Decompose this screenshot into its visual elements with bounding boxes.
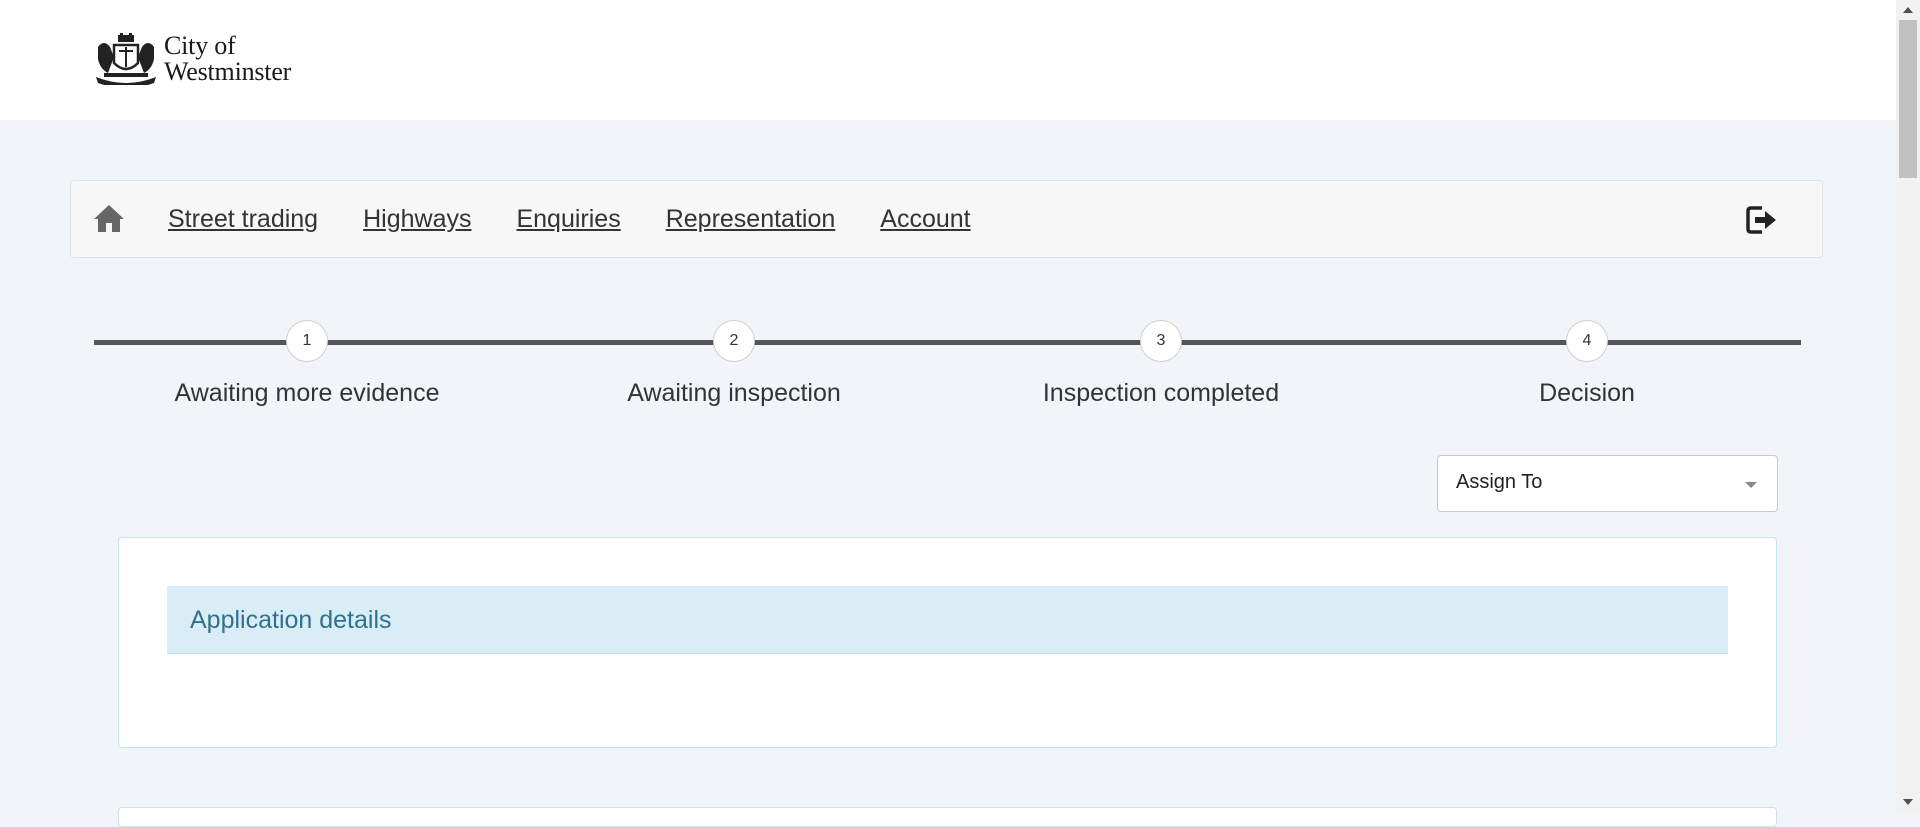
logo-line-1: City of <box>164 31 236 60</box>
site-header: City of Westminster <box>0 0 1896 120</box>
step-label: Decision <box>1539 379 1635 407</box>
step-label: Awaiting more evidence <box>174 379 440 407</box>
nav-link-representation[interactable]: Representation <box>666 205 836 234</box>
step-1: 1 Awaiting more evidence <box>157 318 457 408</box>
scrollbar-thumb[interactable] <box>1899 20 1917 178</box>
nav-link-account[interactable]: Account <box>880 205 970 234</box>
logo-line-2: Westminster <box>164 57 292 86</box>
scroll-up-arrow-icon[interactable] <box>1903 7 1913 13</box>
logo-text: City of Westminster <box>164 33 291 85</box>
logout-icon[interactable] <box>1746 205 1778 235</box>
step-label: Inspection completed <box>1042 379 1280 407</box>
nav-link-street-trading[interactable]: Street trading <box>168 205 318 234</box>
step-3: 3 Inspection completed <box>1011 318 1311 408</box>
nav-link-highways[interactable]: Highways <box>363 205 471 234</box>
scroll-down-arrow-icon[interactable] <box>1903 799 1913 805</box>
step-2: 2 Awaiting inspection <box>584 318 884 408</box>
step-4: 4 Decision <box>1437 318 1737 408</box>
chevron-down-icon <box>1745 482 1757 488</box>
assign-to-select[interactable]: Assign To <box>1437 455 1778 512</box>
coat-of-arms-icon <box>96 33 156 85</box>
nav-link-enquiries[interactable]: Enquiries <box>516 205 620 234</box>
step-number: 1 <box>286 320 328 362</box>
city-logo[interactable]: City of Westminster <box>94 33 291 85</box>
home-icon[interactable] <box>93 202 125 234</box>
step-number: 3 <box>1140 320 1182 362</box>
step-number: 2 <box>713 320 755 362</box>
assign-to-value: Assign To <box>1456 471 1543 493</box>
step-number: 4 <box>1566 320 1608 362</box>
next-panel <box>118 807 1777 827</box>
nav-links: Street trading Highways Enquiries Repres… <box>168 181 1016 257</box>
vertical-scrollbar[interactable] <box>1896 0 1920 812</box>
panel-title: Application details <box>190 606 392 634</box>
step-label: Awaiting inspection <box>627 379 841 407</box>
application-details-panel: Application details <box>118 537 1777 748</box>
status-stepper: 1 Awaiting more evidence 2 Awaiting insp… <box>94 318 1801 418</box>
main-nav: Street trading Highways Enquiries Repres… <box>70 180 1823 258</box>
application-details-heading[interactable]: Application details <box>167 586 1728 654</box>
